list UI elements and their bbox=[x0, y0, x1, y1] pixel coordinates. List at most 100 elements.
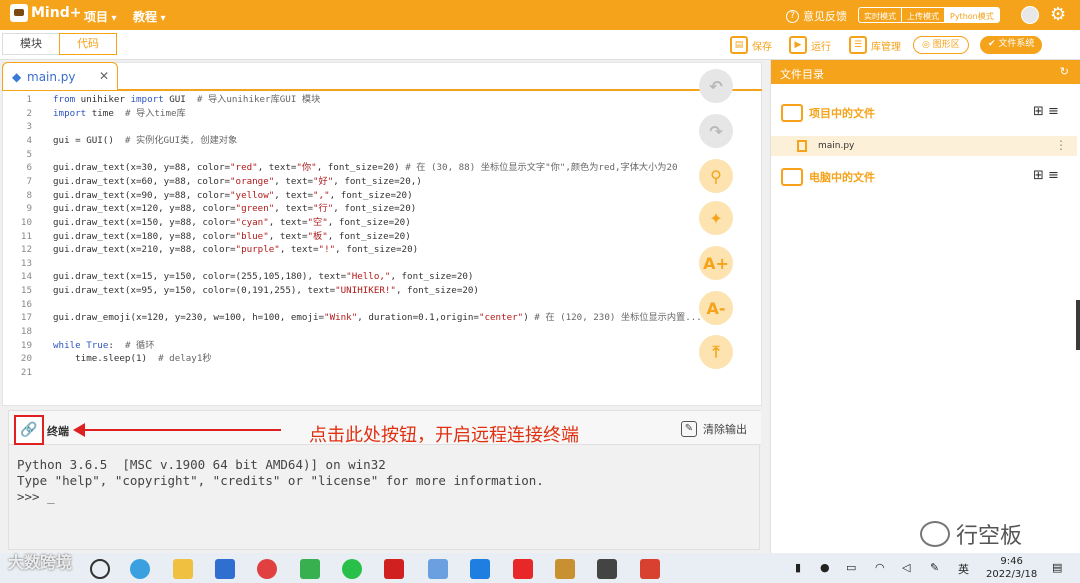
more-icon[interactable]: ⋮ bbox=[1055, 138, 1067, 152]
app-icon[interactable] bbox=[300, 559, 320, 579]
clock-time: 9:46 bbox=[1000, 556, 1023, 567]
line-number: 21 bbox=[20, 367, 32, 378]
code-line[interactable]: 15 gui.draw_text(x=95, y=150, color=(0,19… bbox=[2, 284, 479, 297]
menu-tutorial[interactable]: 教程 bbox=[133, 8, 166, 25]
chrome-icon[interactable] bbox=[257, 559, 277, 579]
line-number: 7 bbox=[26, 175, 32, 187]
code-area[interactable]: 1 from unihiker import GUI # 导入unihiker库G… bbox=[2, 91, 702, 391]
code-line[interactable]: 11 gui.draw_text(x=180, y=88, color="blue… bbox=[2, 230, 411, 243]
code-text: gui = GUI() # 实例化GUI类, 创建对象 bbox=[53, 134, 238, 146]
laptop-icon[interactable] bbox=[428, 559, 448, 579]
notification-icon[interactable]: ▤ bbox=[1052, 561, 1062, 574]
feedback-link[interactable]: ? 意见反馈 bbox=[786, 8, 847, 24]
code-line[interactable]: 16 bbox=[2, 298, 53, 311]
ppt-icon[interactable] bbox=[640, 559, 660, 579]
folder-icon[interactable] bbox=[173, 559, 193, 579]
close-icon[interactable]: ✕ bbox=[99, 69, 109, 83]
mode-upload[interactable]: 上传模式 bbox=[902, 8, 945, 22]
wps-icon[interactable] bbox=[513, 559, 533, 579]
code-line[interactable]: 13 bbox=[2, 257, 53, 270]
volume-icon[interactable]: ◁ bbox=[902, 561, 910, 574]
code-line[interactable]: 9 gui.draw_text(x=120, y=88, color="green… bbox=[2, 202, 416, 215]
code-line[interactable]: 12 gui.draw_text(x=210, y=88, color="purp… bbox=[2, 243, 418, 256]
line-number: 19 bbox=[20, 339, 32, 351]
font-increase-icon: A+ bbox=[703, 253, 729, 273]
ime-indicator[interactable]: 英 bbox=[958, 561, 969, 577]
font-increase-button[interactable]: A+ bbox=[699, 246, 733, 280]
code-line[interactable]: 4 gui = GUI() # 实例化GUI类, 创建对象 bbox=[2, 134, 237, 147]
remote-connect-button[interactable]: 🔗 bbox=[14, 415, 44, 445]
code-line[interactable]: 10 gui.draw_text(x=150, y=88, color="cyan… bbox=[2, 216, 411, 229]
code-line[interactable]: 8 gui.draw_text(x=90, y=88, color="yellow… bbox=[2, 189, 412, 202]
scroll-top-button[interactable]: ⤒ bbox=[699, 335, 733, 369]
graphic-area-button[interactable]: ◎ 图形区 bbox=[913, 36, 969, 54]
tab-blocks[interactable]: 模块 bbox=[2, 33, 60, 55]
python-icon: ◆ bbox=[12, 70, 22, 84]
save-button[interactable]: ▤ 保存 bbox=[730, 36, 772, 54]
code-line[interactable]: 14 gui.draw_text(x=15, y=150, color=(255,… bbox=[2, 270, 474, 283]
undo-button[interactable]: ↶ bbox=[699, 69, 733, 103]
menu-icon[interactable]: ≡ bbox=[1048, 104, 1059, 119]
project-files-section[interactable]: 项目中的文件 bbox=[781, 104, 875, 122]
youdao-icon[interactable] bbox=[384, 559, 404, 579]
run-button[interactable]: ▶ 运行 bbox=[789, 36, 831, 54]
code-line[interactable]: 19 while True: # 循环 bbox=[2, 339, 155, 352]
filesystem-button[interactable]: ✔ 文件系统 bbox=[980, 36, 1043, 54]
scrollbar[interactable] bbox=[1076, 300, 1080, 350]
font-decrease-button[interactable]: A- bbox=[699, 291, 733, 325]
wechat-tray-icon[interactable]: ● bbox=[820, 561, 830, 574]
code-line[interactable]: 21 bbox=[2, 366, 53, 379]
mail-icon[interactable] bbox=[215, 559, 235, 579]
gear-icon[interactable]: ⚙ bbox=[1050, 5, 1070, 25]
wechat-icon[interactable] bbox=[342, 559, 362, 579]
library-button[interactable]: ☰ 库管理 bbox=[849, 36, 901, 54]
mic-icon[interactable]: ▮ bbox=[795, 561, 801, 574]
code-line[interactable]: 18 bbox=[2, 325, 53, 338]
code-text: import time # 导入time库 bbox=[53, 107, 186, 119]
code-line[interactable]: 6 gui.draw_text(x=30, y=88, color="red", … bbox=[2, 161, 677, 174]
pen-icon[interactable]: ✎ bbox=[930, 561, 939, 574]
menu-icon[interactable]: ≡ bbox=[1048, 168, 1059, 183]
feedback-label: 意见反馈 bbox=[803, 10, 847, 23]
link-icon: 🔗 bbox=[20, 422, 38, 438]
code-line[interactable]: 1 from unihiker import GUI # 导入unihiker库G… bbox=[2, 93, 320, 106]
list-item[interactable]: main.py ⋮ bbox=[771, 136, 1077, 156]
code-text: from unihiker import GUI # 导入unihiker库GU… bbox=[53, 94, 321, 105]
code-line[interactable]: 7 gui.draw_text(x=60, y=88, color="orange… bbox=[2, 175, 421, 188]
terminal-header: 🔗 终端 点击此处按钮，开启远程连接终端 ✎ 清除输出 bbox=[9, 411, 761, 446]
refresh-icon[interactable]: ↻ bbox=[1060, 65, 1069, 78]
code-line[interactable]: 2 import time # 导入time库 bbox=[2, 107, 186, 120]
computer-files-section[interactable]: 电脑中的文件 bbox=[781, 168, 875, 186]
code-line[interactable]: 20 time.sleep(1) # delay1秒 bbox=[2, 352, 212, 365]
code-line[interactable]: 3 bbox=[2, 120, 53, 133]
meeting-icon[interactable] bbox=[470, 559, 490, 579]
line-number: 1 bbox=[26, 94, 32, 105]
clock[interactable]: 9:46 2022/3/18 bbox=[986, 555, 1037, 581]
monitor-icon bbox=[781, 168, 803, 186]
terminal-output[interactable]: Python 3.6.5 [MSC v.1900 64 bit AMD64)] … bbox=[17, 457, 544, 505]
search-icon[interactable] bbox=[90, 559, 110, 579]
toolbar: 模块 代码 ▤ 保存 ▶ 运行 ☰ 库管理 ◎ 图形区 ✔ 文件系统 bbox=[0, 30, 1080, 60]
mindplus-icon[interactable] bbox=[555, 559, 575, 579]
graphic-label: 图形区 bbox=[932, 40, 960, 50]
avatar[interactable] bbox=[1021, 6, 1039, 24]
new-file-icon[interactable]: ⊞ bbox=[1033, 104, 1044, 119]
code-line[interactable]: 5 bbox=[2, 148, 53, 161]
format-button[interactable]: ✦ bbox=[699, 201, 733, 235]
mode-realtime[interactable]: 实时模式 bbox=[859, 8, 902, 22]
file-tab-main[interactable]: ◆ main.py ✕ bbox=[2, 62, 118, 90]
tab-code[interactable]: 代码 bbox=[59, 33, 117, 55]
terminal-app-icon[interactable] bbox=[597, 559, 617, 579]
clear-output-button[interactable]: ✎ 清除输出 bbox=[681, 421, 747, 437]
wifi-icon[interactable]: ◠ bbox=[875, 561, 885, 574]
edge-icon[interactable] bbox=[130, 559, 150, 579]
battery-icon[interactable]: ▭ bbox=[846, 561, 856, 574]
search-button[interactable]: ⚲ bbox=[699, 159, 733, 193]
line-number: 18 bbox=[20, 326, 32, 338]
new-file-icon[interactable]: ⊞ bbox=[1033, 168, 1044, 183]
menu-project[interactable]: 项目 bbox=[84, 8, 117, 25]
code-line[interactable]: 17 gui.draw_emoji(x=120, y=230, w=100, h=… bbox=[2, 311, 702, 324]
app-name: Mind+ bbox=[31, 5, 82, 21]
redo-button[interactable]: ↷ bbox=[699, 114, 733, 148]
mode-python[interactable]: Python模式 bbox=[945, 8, 999, 22]
